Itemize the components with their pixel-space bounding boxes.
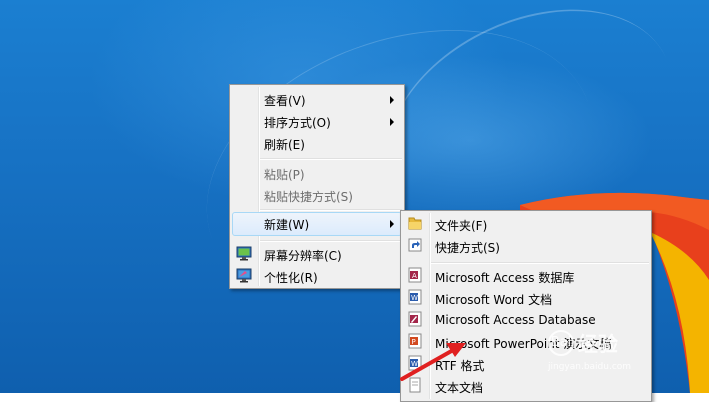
watermark-logo-icon: Bai [548,329,574,356]
watermark-site: jingyan.baidu.com [548,362,632,372]
watermark-brand: 经验 [577,332,618,356]
watermark-logo: Bai 经验 [548,328,618,357]
